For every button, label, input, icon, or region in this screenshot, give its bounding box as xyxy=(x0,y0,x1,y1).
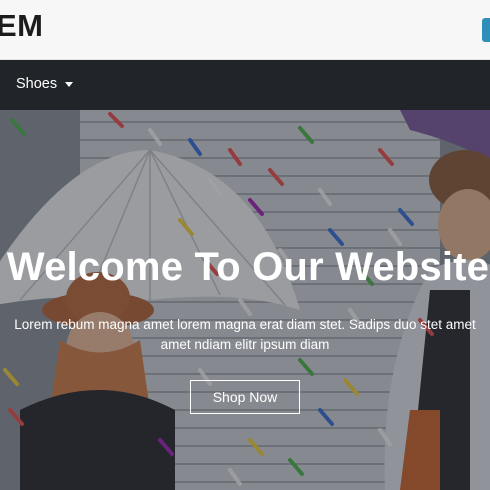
shop-now-button[interactable]: Shop Now xyxy=(190,380,300,414)
nav-item-shoes-dropdown[interactable]: Shoes xyxy=(16,76,74,92)
caret-down-icon xyxy=(65,81,74,87)
hero-title: Welcome To Our Website xyxy=(6,245,490,289)
top-header: EM xyxy=(0,0,490,60)
site-logo[interactable]: EM xyxy=(0,8,44,44)
hero-subtitle: Lorem rebum magna amet lorem magna erat … xyxy=(14,317,476,352)
main-navbar: Shoes xyxy=(0,60,490,110)
header-action-button[interactable] xyxy=(482,18,490,42)
nav-item-label: Shoes xyxy=(16,76,58,92)
hero-dark-overlay xyxy=(0,110,490,490)
hero-carousel: Welcome To Our Website Lorem rebum magna… xyxy=(0,110,490,490)
